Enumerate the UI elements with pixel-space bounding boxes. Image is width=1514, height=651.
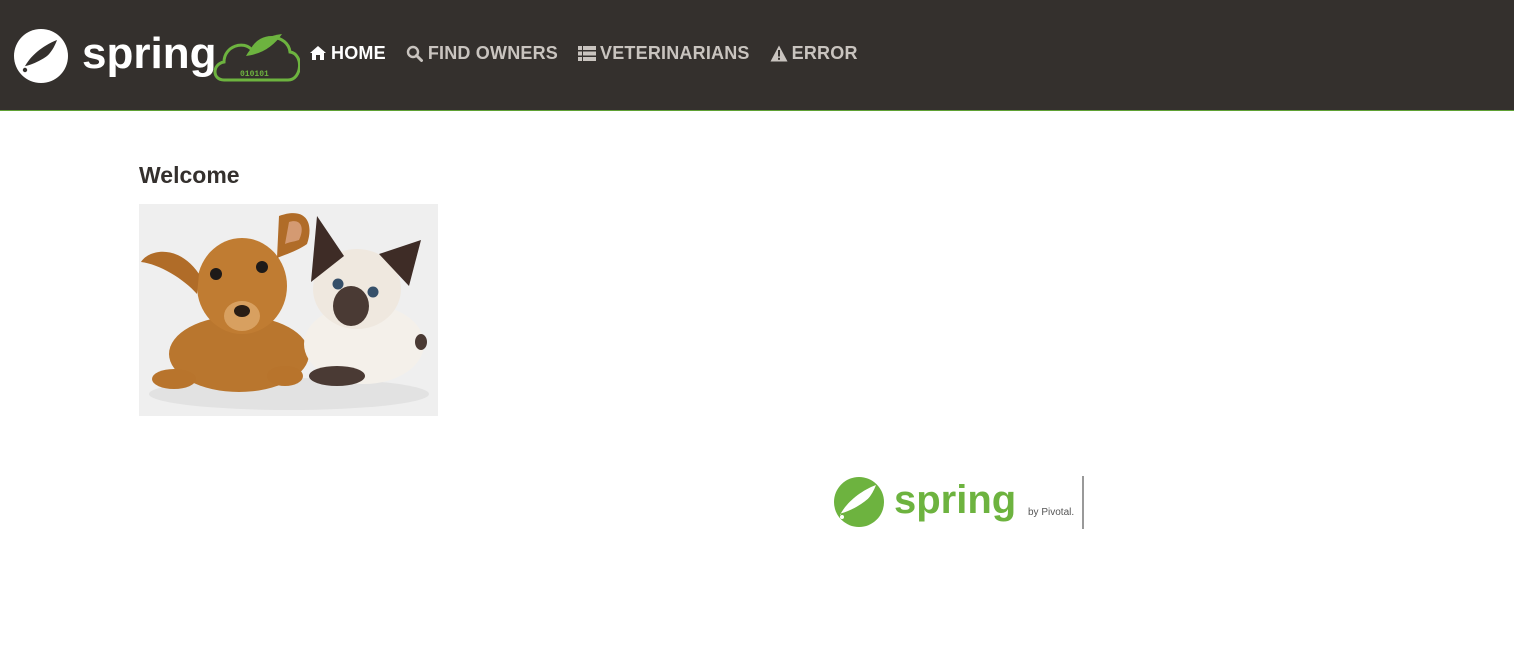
nav-item-find-owners[interactable]: FIND OWNERS xyxy=(406,43,558,64)
nav-item-label: HOME xyxy=(331,42,386,63)
nav-item-error[interactable]: ERROR xyxy=(770,43,858,64)
list-icon xyxy=(578,44,597,62)
main-content: Welcome xyxy=(139,160,438,416)
nav-item-label: VETERINARIANS xyxy=(600,42,750,63)
brand-wordmark: spring xyxy=(82,29,216,78)
nav-item-label: ERROR xyxy=(791,42,858,63)
cloud-digits: 010101 xyxy=(240,70,269,79)
top-navbar: spring 010101 HOME FIND OWNERS VETERINAR… xyxy=(0,0,1514,111)
spring-petclinic-logo[interactable]: spring 010101 xyxy=(12,26,300,86)
warning-icon xyxy=(770,44,788,62)
page-title: Welcome xyxy=(139,162,240,188)
footer-byline: by Pivotal. xyxy=(1028,507,1074,518)
nav-item-home[interactable]: HOME xyxy=(309,43,386,64)
nav-item-veterinarians[interactable]: VETERINARIANS xyxy=(578,43,750,64)
home-icon xyxy=(309,44,327,62)
spring-by-pivotal-logo: spring by Pivotal. xyxy=(834,476,1084,529)
footer-wordmark: spring xyxy=(894,478,1016,522)
pets-image xyxy=(139,204,438,416)
main-nav: HOME FIND OWNERS VETERINARIANS ERROR xyxy=(309,40,858,66)
nav-item-label: FIND OWNERS xyxy=(427,42,559,63)
search-icon xyxy=(406,44,424,62)
